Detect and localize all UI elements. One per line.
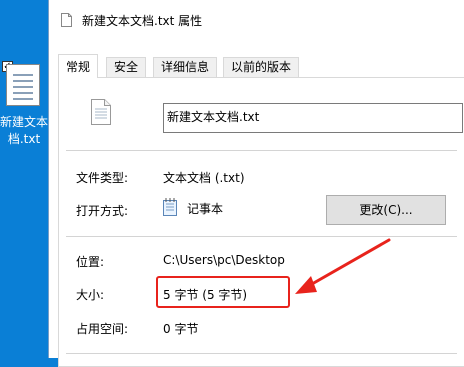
properties-dialog: 新建文本文档.txt 属性 常规 安全 详细信息 以前的版本 新建文本文档.tx… [48, 0, 464, 367]
opens-with-label: 打开方式: [76, 204, 129, 218]
tab-general[interactable]: 常规 [58, 54, 99, 78]
desktop-icon-label[interactable]: 新建文本文 档.txt [0, 114, 61, 148]
opens-with-value: 记事本 [187, 202, 224, 216]
size-highlight-box [156, 276, 290, 308]
general-panel: 新建文本文档.txt 文件类型: 文本文档 (.txt) 打开方式: 记事本 更… [58, 77, 464, 367]
title-bar[interactable]: 新建文本文档.txt 属性 [49, 0, 464, 40]
desktop-icon-label-line2: 档.txt [7, 132, 41, 146]
divider [66, 236, 457, 237]
file-icon [91, 99, 111, 125]
desktop-icon-label-line1: 新建文本文 [0, 115, 61, 129]
file-type-label: 文件类型: [76, 171, 129, 185]
size-on-disk-value: 0 字节 [163, 322, 199, 336]
change-button[interactable]: 更改(C)... [326, 195, 446, 225]
tab-security[interactable]: 安全 [106, 57, 147, 78]
location-label: 位置: [76, 255, 105, 269]
divider [66, 353, 457, 354]
desktop-text-file-icon[interactable] [6, 64, 40, 106]
tab-details[interactable]: 详细信息 [153, 57, 218, 78]
file-name-input[interactable]: 新建文本文档.txt [163, 103, 463, 133]
notepad-icon [163, 198, 177, 216]
tab-previous-versions[interactable]: 以前的版本 [223, 57, 300, 78]
size-on-disk-label: 占用空间: [76, 322, 129, 336]
file-type-value: 文本文档 (.txt) [163, 171, 245, 185]
window-title: 新建文本文档.txt 属性 [82, 14, 203, 28]
divider [66, 150, 457, 151]
location-value: C:\Users\pc\Desktop [163, 253, 285, 267]
text-file-icon [61, 13, 72, 27]
size-label: 大小: [76, 288, 105, 302]
